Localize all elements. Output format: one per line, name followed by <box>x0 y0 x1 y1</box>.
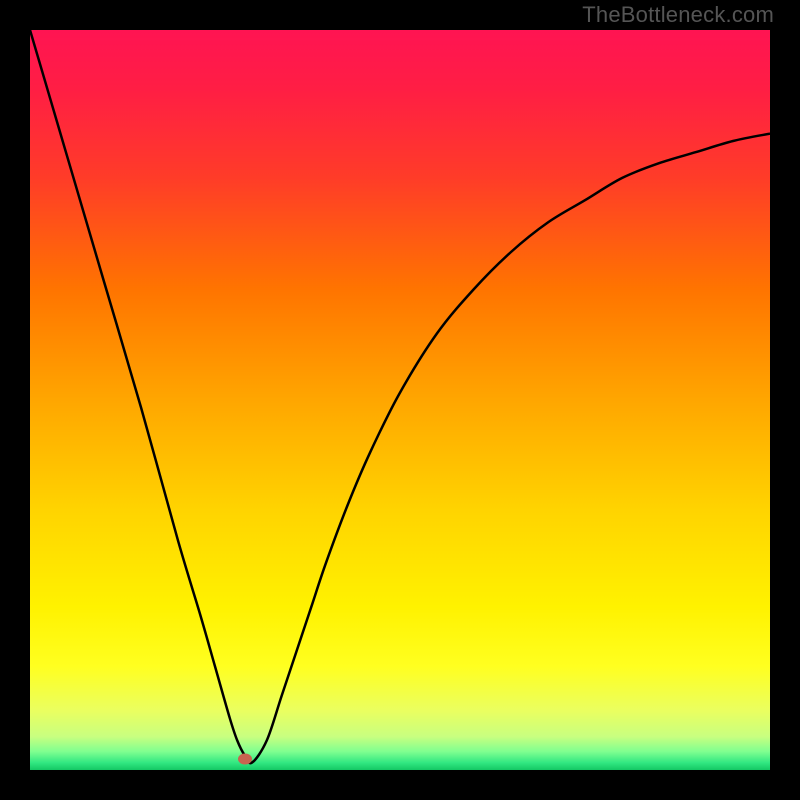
bottleneck-curve <box>30 30 770 770</box>
minimum-marker <box>238 753 252 764</box>
plot-area <box>30 30 770 770</box>
chart-frame: TheBottleneck.com <box>0 0 800 800</box>
watermark-text: TheBottleneck.com <box>582 2 774 28</box>
